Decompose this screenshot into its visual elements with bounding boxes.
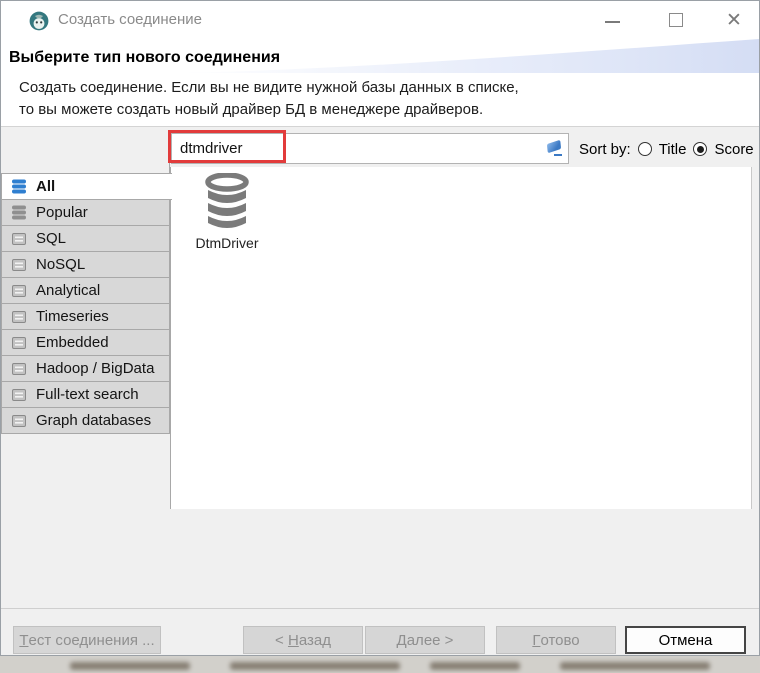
- button-label: Отмена: [659, 632, 713, 649]
- sort-score-label[interactable]: Score: [714, 141, 753, 158]
- database-box-icon: [10, 259, 27, 271]
- eraser-icon-underline: [554, 154, 562, 156]
- maximize-icon: [669, 13, 683, 27]
- button-mnemonic: Н: [288, 632, 299, 649]
- annotation-highlight-box: [168, 130, 286, 163]
- sidebar-item-label: NoSQL: [36, 256, 85, 273]
- driver-list-panel: DtmDriver: [170, 167, 752, 509]
- database-box-icon: [10, 363, 27, 375]
- maximize-button[interactable]: [661, 9, 691, 33]
- sidebar-item-label: Full-text search: [36, 386, 139, 403]
- sidebar-item-sql[interactable]: SQL: [1, 225, 170, 252]
- sidebar-item-popular[interactable]: Popular: [1, 199, 170, 226]
- cancel-button[interactable]: Отмена: [625, 626, 746, 654]
- button-mnemonic: Г: [532, 632, 540, 649]
- sidebar-item-fulltext-search[interactable]: Full-text search: [1, 381, 170, 408]
- title-bar: Создать соединение ✕: [1, 1, 759, 41]
- database-box-icon: [10, 285, 27, 297]
- sort-by-label: Sort by:: [579, 141, 631, 158]
- sidebar-item-label: Graph databases: [36, 412, 151, 429]
- background-blur-artifact: [230, 662, 400, 670]
- sidebar-item-label: Popular: [36, 204, 88, 221]
- database-box-icon: [10, 389, 27, 401]
- window-title: Создать соединение: [58, 11, 202, 28]
- button-mnemonic: Д: [397, 632, 407, 649]
- clear-search-button[interactable]: [546, 139, 566, 159]
- sort-score-radio[interactable]: [693, 142, 707, 156]
- test-connection-button[interactable]: Тест соединения ...: [13, 626, 161, 654]
- button-label: <: [275, 632, 288, 649]
- page-description-line1: Создать соединение. Если вы не видите ну…: [19, 79, 519, 96]
- sidebar-item-all[interactable]: All: [1, 173, 172, 200]
- database-box-icon: [10, 233, 27, 245]
- button-label: отово: [540, 632, 579, 649]
- minimize-button[interactable]: [597, 11, 627, 33]
- sort-title-radio[interactable]: [638, 142, 652, 156]
- database-stack-icon: [10, 205, 27, 220]
- screenshot-root: Создать соединение ✕ Выберите тип нового…: [0, 0, 760, 673]
- sidebar-item-label: Embedded: [36, 334, 109, 351]
- sidebar-item-hadoop-bigdata[interactable]: Hadoop / BigData: [1, 355, 170, 382]
- background-behind-window: [0, 656, 760, 673]
- button-label: алее >: [407, 632, 454, 649]
- sidebar-item-label: Analytical: [36, 282, 100, 299]
- close-button[interactable]: ✕: [717, 7, 751, 35]
- sidebar-item-graph-databases[interactable]: Graph databases: [1, 407, 170, 434]
- sidebar-item-label: All: [36, 178, 55, 195]
- dbeaver-app-icon: [29, 11, 49, 31]
- sidebar-item-label: SQL: [36, 230, 66, 247]
- create-connection-dialog: Создать соединение ✕ Выберите тип нового…: [0, 0, 760, 656]
- background-blur-artifact: [70, 662, 190, 670]
- wizard-header-area: Создать соединение ✕ Выберите тип нового…: [1, 1, 759, 127]
- sidebar-item-label: Hadoop / BigData: [36, 360, 154, 377]
- tab-strip-spacer: [1, 158, 170, 174]
- database-cylinder-icon: [203, 173, 251, 231]
- background-blur-artifact: [560, 662, 710, 670]
- footer-separator: [1, 608, 759, 609]
- finish-button[interactable]: Готово: [496, 626, 616, 654]
- next-button[interactable]: Далее >: [365, 626, 485, 654]
- database-box-icon: [10, 415, 27, 427]
- button-mnemonic: Т: [19, 632, 28, 649]
- sidebar-item-nosql[interactable]: NoSQL: [1, 251, 170, 278]
- background-blur-artifact: [430, 662, 520, 670]
- back-button[interactable]: < Назад: [243, 626, 363, 654]
- sort-title-label[interactable]: Title: [659, 141, 687, 158]
- driver-item-label: DtmDriver: [196, 235, 259, 251]
- minimize-icon: [605, 21, 620, 23]
- sidebar-item-embedded[interactable]: Embedded: [1, 329, 170, 356]
- database-box-icon: [10, 311, 27, 323]
- sort-controls: Sort by: Title Score: [579, 138, 754, 160]
- button-label: ест соединения ...: [29, 632, 155, 649]
- sidebar-item-timeseries[interactable]: Timeseries: [1, 303, 170, 330]
- sidebar-item-label: Timeseries: [36, 308, 109, 325]
- driver-item-dtmdriver[interactable]: DtmDriver: [189, 173, 265, 251]
- category-sidebar: All Popular: [1, 174, 172, 434]
- page-title: Выберите тип нового соединения: [9, 49, 280, 67]
- button-label: азад: [299, 632, 331, 649]
- sidebar-item-analytical[interactable]: Analytical: [1, 277, 170, 304]
- page-description-line2: то вы можете создать новый драйвер БД в …: [19, 101, 483, 118]
- eraser-icon: [547, 140, 561, 153]
- database-stack-icon: [10, 179, 27, 194]
- database-box-icon: [10, 337, 27, 349]
